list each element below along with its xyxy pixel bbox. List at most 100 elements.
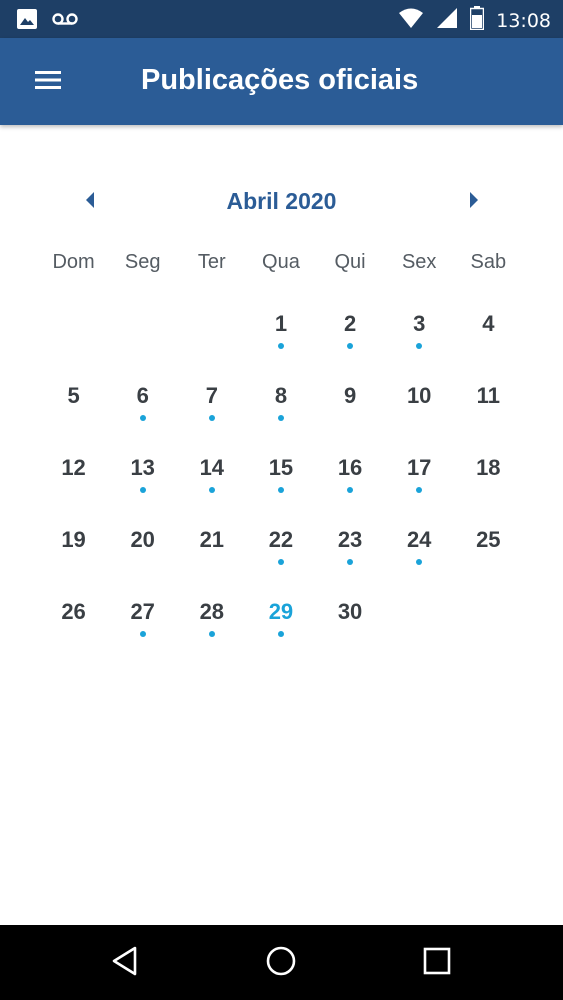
- weekday-header: Dom Seg Ter Qua Qui Sex Sab: [39, 251, 523, 274]
- calendar-day[interactable]: 11: [454, 371, 523, 443]
- status-time: 13:08: [496, 9, 551, 32]
- day-number: 10: [406, 383, 432, 408]
- day-number: 12: [61, 455, 86, 480]
- calendar-day[interactable]: 2: [316, 299, 385, 371]
- day-number: 30: [337, 599, 363, 624]
- day-number: 7: [205, 383, 218, 408]
- calendar-day[interactable]: 5: [39, 371, 108, 443]
- publication-indicator-dot: [347, 559, 354, 565]
- recents-button[interactable]: [417, 943, 457, 983]
- day-number: 2: [343, 311, 357, 336]
- status-right: 13:08: [398, 6, 551, 35]
- menu-button[interactable]: [24, 60, 72, 104]
- calendar-day[interactable]: 25: [454, 515, 523, 587]
- menu-icon: [34, 69, 62, 96]
- publication-indicator-dot: [416, 487, 423, 493]
- calendar-day[interactable]: 30: [316, 587, 385, 659]
- calendar-day[interactable]: 16: [316, 443, 385, 515]
- calendar-empty-cell: [108, 299, 177, 371]
- calendar-day[interactable]: 26: [39, 587, 108, 659]
- day-number: 8: [274, 383, 288, 408]
- weekday-label: Dom: [52, 251, 95, 273]
- calendar-day[interactable]: 7: [177, 371, 246, 443]
- day-number: 20: [130, 527, 155, 552]
- calendar-day[interactable]: 27: [108, 587, 177, 659]
- calendar-day[interactable]: 10: [385, 371, 454, 443]
- calendar-day[interactable]: 12: [39, 443, 108, 515]
- day-number: 3: [413, 311, 426, 336]
- calendar-day[interactable]: 28: [177, 587, 246, 659]
- calendar-day[interactable]: 21: [177, 515, 246, 587]
- day-number: 14: [199, 455, 225, 480]
- image-icon: [16, 8, 38, 35]
- day-number: 26: [61, 599, 86, 624]
- calendar-day[interactable]: 8: [246, 371, 315, 443]
- status-bar: 13:08: [0, 0, 563, 38]
- calendar-day[interactable]: 14: [177, 443, 246, 515]
- weekday-label: Qui: [334, 251, 366, 273]
- weekday-label: Seg: [124, 251, 161, 273]
- calendar-day[interactable]: 24: [385, 515, 454, 587]
- weekday-label: Qua: [262, 251, 300, 273]
- calendar-day[interactable]: 15: [246, 443, 315, 515]
- calendar-day[interactable]: 9: [316, 371, 385, 443]
- day-number: 6: [136, 383, 149, 408]
- publication-indicator-dot: [277, 415, 284, 421]
- publication-indicator-dot: [277, 343, 284, 349]
- calendar-day[interactable]: 6: [108, 371, 177, 443]
- day-number: 11: [476, 383, 500, 408]
- day-number: 19: [61, 527, 86, 552]
- signal-icon: [436, 7, 458, 34]
- day-number: 22: [268, 527, 294, 552]
- publication-indicator-dot: [208, 631, 215, 637]
- publication-indicator-dot: [277, 559, 284, 565]
- publication-indicator-dot: [208, 415, 215, 421]
- weekday-label: Ter: [197, 251, 226, 273]
- system-nav-bar: [0, 925, 563, 1000]
- calendar-day-today[interactable]: 29: [246, 587, 315, 659]
- day-number: 13: [130, 455, 155, 480]
- day-number: 29: [268, 599, 294, 624]
- calendar-day[interactable]: 23: [316, 515, 385, 587]
- day-number: 15: [268, 455, 294, 480]
- calendar-day[interactable]: 3: [385, 299, 454, 371]
- day-number: 24: [406, 527, 432, 552]
- next-month-button[interactable]: [456, 184, 492, 220]
- publication-indicator-dot: [416, 343, 423, 349]
- day-number: 18: [476, 455, 501, 480]
- calendar-day[interactable]: 4: [454, 299, 523, 371]
- home-icon: [265, 945, 297, 982]
- calendar-day[interactable]: 22: [246, 515, 315, 587]
- back-button[interactable]: [105, 943, 145, 983]
- calendar-day[interactable]: 13: [108, 443, 177, 515]
- weekday-label: Sab: [470, 251, 507, 273]
- battery-icon: [469, 6, 485, 35]
- day-number: 28: [199, 599, 225, 624]
- publication-indicator-dot: [139, 631, 146, 637]
- page-title: Publicações oficiais: [141, 64, 419, 96]
- day-number: 25: [476, 527, 501, 552]
- calendar-day[interactable]: 1: [246, 299, 315, 371]
- days-grid: 1 2 3 4 5 6 7 8 9 10 11 12 13 14 15 16 17 18 19 20 21 22 23 24 2…: [39, 299, 523, 659]
- back-icon: [111, 946, 139, 981]
- publication-indicator-dot: [277, 631, 284, 637]
- publication-indicator-dot: [347, 487, 354, 493]
- chevron-right-icon: [468, 191, 480, 214]
- publication-indicator-dot: [139, 415, 146, 421]
- day-number: 27: [130, 599, 155, 624]
- calendar-day[interactable]: 17: [385, 443, 454, 515]
- day-number: 1: [274, 311, 288, 336]
- publication-indicator-dot: [208, 487, 215, 493]
- recents-icon: [423, 947, 451, 980]
- calendar-day[interactable]: 19: [39, 515, 108, 587]
- previous-month-button[interactable]: [72, 184, 108, 220]
- home-button[interactable]: [261, 943, 301, 983]
- day-number: 9: [343, 383, 357, 408]
- calendar-day[interactable]: 18: [454, 443, 523, 515]
- month-title: Abril 2020: [226, 188, 337, 214]
- calendar-day[interactable]: 20: [108, 515, 177, 587]
- publication-indicator-dot: [277, 487, 284, 493]
- app-bar: Publicações oficiais: [0, 38, 563, 125]
- weekday-label: Sex: [401, 251, 437, 273]
- wifi-icon: [398, 7, 424, 34]
